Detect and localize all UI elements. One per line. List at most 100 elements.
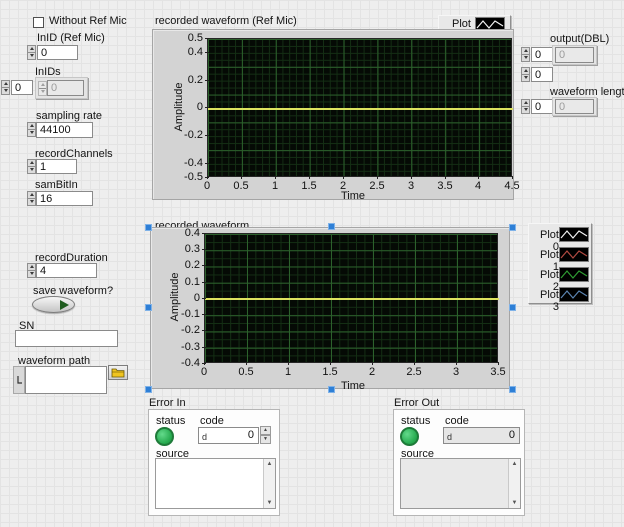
x-tick: 3	[442, 366, 470, 378]
record-duration-field[interactable]: 4	[36, 263, 97, 278]
sam-bit-in-field[interactable]: 16	[36, 191, 93, 206]
source-field: ▲ ▼	[400, 458, 521, 509]
x-tick: 0.5	[232, 366, 260, 378]
scroll-up-icon[interactable]: ▲	[509, 461, 520, 467]
save-waveform-button[interactable]	[32, 296, 75, 313]
y-tick: 0.4	[172, 227, 200, 239]
code-label: code	[200, 415, 224, 427]
browse-button[interactable]	[108, 365, 128, 380]
decrement-icon[interactable]	[522, 107, 529, 114]
decrement-icon[interactable]	[2, 88, 9, 95]
code-field: d 0	[443, 427, 520, 444]
selection-handle[interactable]	[509, 304, 516, 311]
inids-index-field[interactable]: 0	[11, 80, 33, 95]
scroll-down-icon[interactable]: ▼	[509, 500, 520, 506]
x-tick: 2.5	[400, 366, 428, 378]
sampling-rate-label: sampling rate	[36, 110, 102, 122]
decrement-icon[interactable]: ▼	[260, 435, 271, 444]
decrement-icon[interactable]	[28, 53, 35, 60]
without-ref-mic-checkbox[interactable]	[33, 17, 44, 28]
legend-line-sample[interactable]	[559, 267, 589, 282]
y-tick: 0.2	[175, 74, 203, 86]
x-tick: 3.5	[431, 180, 459, 192]
button-arrow-icon	[60, 300, 69, 310]
decrement-icon[interactable]	[28, 130, 35, 137]
decrement-icon[interactable]	[522, 55, 529, 62]
status-led[interactable]	[155, 427, 174, 446]
status-label: status	[156, 415, 185, 427]
output-dbl-index2-field[interactable]: 0	[531, 67, 553, 82]
plot-legend[interactable]: Plot 0 Plot 1 Plot 2 Plot 3	[528, 223, 592, 304]
x-tick: 0.5	[227, 180, 255, 192]
sampling-rate-increment-decrement[interactable]	[27, 122, 36, 137]
plot-area[interactable]	[204, 233, 498, 363]
legend-line-sample[interactable]	[559, 227, 589, 242]
plot-area[interactable]	[207, 38, 512, 177]
output-dbl-index1-field[interactable]: 0	[531, 47, 553, 62]
waveform-length-index-field[interactable]: 0	[531, 99, 553, 114]
sampling-rate-field[interactable]: 44100	[36, 122, 93, 138]
scroll-up-icon[interactable]: ▲	[264, 461, 275, 467]
sn-field[interactable]	[15, 330, 118, 347]
status-led	[400, 427, 419, 446]
y-tick: -0.4	[175, 157, 203, 169]
graph-ref-mic: recorded waveform (Ref Mic) Plot 0 Ampli…	[150, 14, 516, 204]
y-tick: -0.1	[172, 308, 200, 320]
waveform-path-field[interactable]	[25, 366, 107, 394]
waveform-length-index-increment-decrement[interactable]	[521, 99, 530, 114]
scroll-down-icon[interactable]: ▼	[264, 500, 275, 506]
legend-line-sample[interactable]	[559, 287, 589, 302]
selection-handle[interactable]	[145, 386, 152, 393]
x-tick: 4	[464, 180, 492, 192]
record-duration-increment-decrement[interactable]	[27, 263, 36, 278]
x-tick: 1.5	[295, 180, 323, 192]
decrement-icon[interactable]	[522, 75, 529, 82]
x-axis-label: Time	[338, 380, 368, 392]
record-channels-increment-decrement[interactable]	[27, 159, 36, 174]
source-field[interactable]: ▲ ▼	[155, 458, 276, 509]
code-field[interactable]: d 0	[198, 427, 259, 444]
inid-field[interactable]: 0	[37, 45, 78, 60]
y-tick: 0	[172, 292, 200, 304]
output-dbl-index2-increment-decrement[interactable]	[521, 67, 530, 82]
y-tick: 0.4	[175, 46, 203, 58]
selection-handle[interactable]	[328, 223, 335, 230]
graph-recorded-waveform: recorded waveform Amplitude 0.4 0.3 0.2 …	[150, 218, 516, 390]
scrollbar[interactable]: ▲ ▼	[508, 459, 520, 508]
inids-element-increment-decrement	[38, 81, 47, 96]
y-tick: 0.2	[172, 259, 200, 271]
decrement-icon[interactable]	[28, 199, 35, 206]
code-increment-decrement[interactable]: ▲ ▼	[260, 426, 271, 444]
scrollbar[interactable]: ▲ ▼	[263, 459, 275, 508]
output-dbl-index1-increment-decrement[interactable]	[521, 47, 530, 62]
waveform-line-icon	[561, 251, 587, 258]
x-tick: 4.5	[498, 180, 526, 192]
sam-bit-in-increment-decrement[interactable]	[27, 191, 36, 206]
inid-increment-decrement[interactable]	[27, 45, 36, 60]
selection-handle[interactable]	[145, 304, 152, 311]
status-label: status	[401, 415, 430, 427]
selection-handle[interactable]	[328, 386, 335, 393]
x-tick: 3.5	[484, 366, 512, 378]
x-tick: 3	[397, 180, 425, 192]
increment-icon[interactable]: ▲	[260, 426, 271, 435]
plot-0-trace	[205, 298, 499, 300]
selection-handle[interactable]	[145, 224, 152, 231]
inids-index-increment-decrement[interactable]	[1, 80, 10, 95]
decrement-icon[interactable]	[28, 167, 35, 174]
folder-icon	[111, 367, 125, 378]
selection-handle[interactable]	[509, 386, 516, 393]
decrement-icon[interactable]	[28, 271, 35, 278]
x-tick: 0	[190, 366, 218, 378]
record-channels-field[interactable]: 1	[36, 159, 77, 174]
x-tick: 1.5	[316, 366, 344, 378]
output-dbl-label: output(DBL)	[550, 33, 609, 45]
graph-title: recorded waveform (Ref Mic)	[155, 15, 297, 27]
legend-line-sample[interactable]	[559, 247, 589, 262]
selection-handle[interactable]	[509, 224, 516, 231]
decrement-icon	[39, 89, 46, 96]
code-value[interactable]: 0	[248, 429, 254, 441]
radix-indicator[interactable]: d	[202, 432, 207, 442]
inids-element-field: 0	[47, 80, 84, 96]
waveform-line-icon	[477, 21, 503, 28]
